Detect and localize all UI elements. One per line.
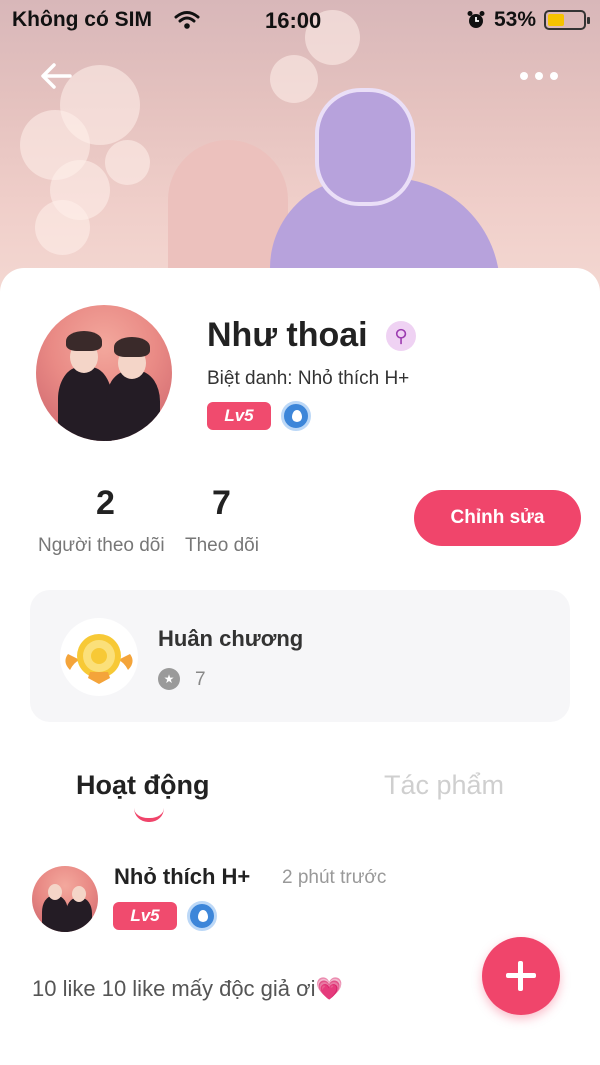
wifi-icon bbox=[174, 11, 200, 29]
post-timestamp: 2 phút trước bbox=[282, 867, 387, 888]
water-drop-badge-icon bbox=[281, 401, 311, 431]
edit-profile-button[interactable]: Chỉnh sửa bbox=[414, 490, 581, 546]
star-icon bbox=[158, 668, 180, 690]
medal-count: 7 bbox=[195, 669, 206, 690]
carrier-label: Không có SIM bbox=[12, 8, 152, 31]
post-author-name[interactable]: Nhỏ thích H+ bbox=[114, 864, 250, 890]
following-label[interactable]: Theo dõi bbox=[185, 535, 259, 557]
add-post-button[interactable] bbox=[482, 937, 560, 1015]
female-icon: ⚲ bbox=[386, 321, 416, 351]
back-button[interactable] bbox=[36, 56, 76, 96]
post-level-badge: Lv5 bbox=[113, 902, 177, 930]
clock: 16:00 bbox=[265, 8, 322, 33]
profile-name: Như thoai bbox=[207, 316, 368, 354]
profile-nickname: Biệt danh: Nhỏ thích H+ bbox=[207, 368, 410, 389]
tab-works[interactable]: Tác phẩm bbox=[384, 770, 504, 801]
tab-activity[interactable]: Hoạt động bbox=[76, 770, 209, 801]
more-options-button[interactable] bbox=[520, 64, 568, 88]
medal-title: Huân chương bbox=[158, 626, 304, 651]
medal-card[interactable]: Huân chương 7 bbox=[30, 590, 570, 722]
post-author-avatar[interactable] bbox=[32, 866, 98, 932]
post-content[interactable]: 10 like 10 like mấy độc giả ơi💗 bbox=[32, 976, 343, 1002]
followers-label[interactable]: Người theo dõi bbox=[38, 535, 165, 557]
following-count[interactable]: 7 bbox=[212, 484, 231, 523]
water-drop-badge-icon bbox=[187, 901, 217, 931]
avatar[interactable] bbox=[36, 305, 172, 441]
battery-icon bbox=[544, 10, 590, 30]
profile-cover bbox=[0, 0, 600, 300]
arrow-left-icon bbox=[41, 63, 72, 89]
level-badge: Lv5 bbox=[207, 402, 271, 430]
medal-icon bbox=[60, 618, 138, 696]
battery-percent: 53% bbox=[493, 8, 536, 31]
alarm-icon bbox=[467, 11, 485, 28]
heart-emoji: 💗 bbox=[315, 976, 343, 1001]
status-bar: Không có SIM 16:00 53% bbox=[0, 0, 600, 40]
more-dots-icon bbox=[520, 72, 528, 80]
followers-count[interactable]: 2 bbox=[96, 484, 115, 523]
post-text: 10 like 10 like mấy độc giả ơi bbox=[32, 976, 316, 1001]
